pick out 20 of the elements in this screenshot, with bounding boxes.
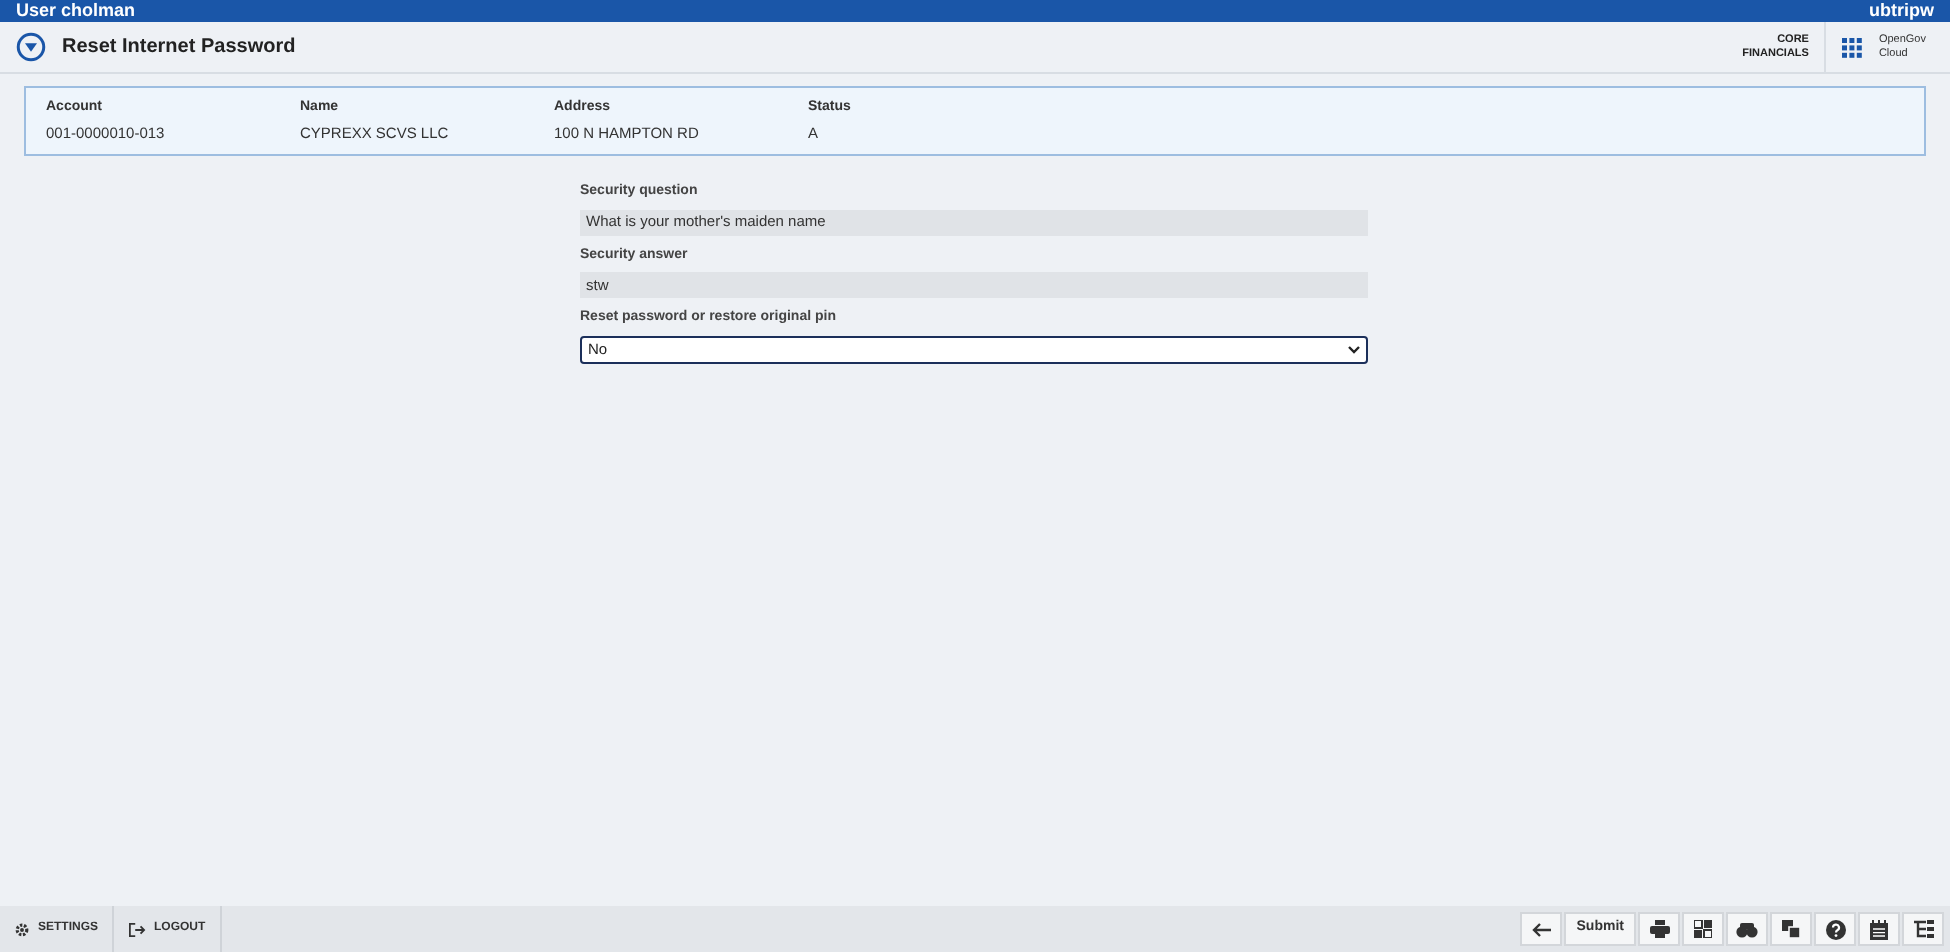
grid-button[interactable] [1682, 912, 1724, 946]
layers-button[interactable] [1770, 912, 1812, 946]
arrow-left-icon [1531, 921, 1552, 937]
page-title: Reset Internet Password [62, 34, 296, 62]
notepad-button[interactable] [1858, 912, 1900, 946]
logout-icon [128, 921, 147, 937]
app-grid-icon[interactable] [1842, 37, 1863, 57]
back-button[interactable] [1520, 912, 1563, 946]
printer-icon [1649, 920, 1669, 938]
notepad-icon [1870, 919, 1888, 939]
tree-icon [1913, 920, 1933, 938]
layers-icon [1782, 920, 1800, 938]
environment-name: ubtripw [1869, 2, 1934, 20]
user-name: User cholman [16, 2, 136, 20]
help-button[interactable] [1814, 912, 1856, 946]
print-button[interactable] [1638, 912, 1680, 946]
tree-button[interactable] [1902, 912, 1944, 946]
help-icon [1825, 919, 1845, 939]
grid-icon [1694, 920, 1712, 938]
chevron-down-icon [1348, 345, 1360, 353]
